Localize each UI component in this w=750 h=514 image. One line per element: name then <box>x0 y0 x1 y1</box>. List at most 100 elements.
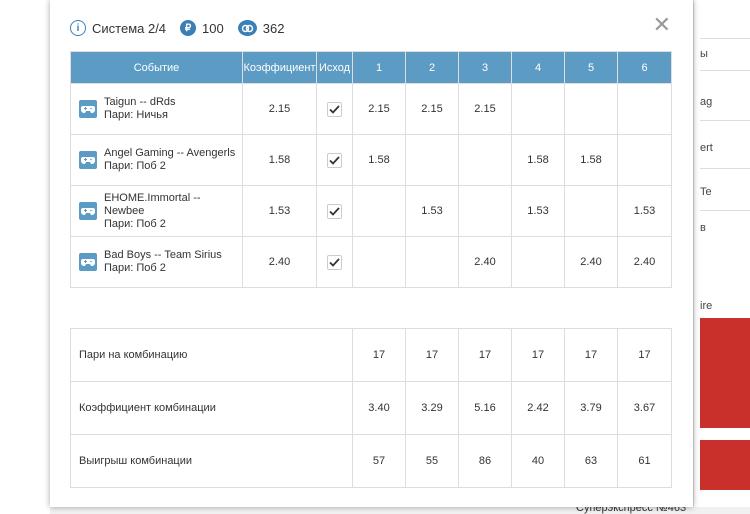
col-header-combo-2: 2 <box>405 51 459 84</box>
combo-cell: 1.53 <box>405 185 459 237</box>
event-bet: Пари: Ничья <box>104 109 168 121</box>
summary-value: 57 <box>352 434 406 488</box>
combo-cell: 2.40 <box>617 236 672 288</box>
check-icon <box>329 155 340 165</box>
summary-value: 17 <box>405 328 459 382</box>
event-bet: Пари: Поб 2 <box>104 262 166 274</box>
check-icon <box>329 257 340 267</box>
bg-text: ы <box>700 48 708 60</box>
summary-value: 17 <box>352 328 406 382</box>
summary-value: 63 <box>564 434 618 488</box>
combo-cell: 2.15 <box>352 83 406 135</box>
combo-cell <box>405 236 459 288</box>
combo-cell <box>511 236 565 288</box>
bg-text: ert <box>700 142 713 154</box>
summary-value: 3.67 <box>617 381 672 435</box>
events-table: Событие Коэффициент Исход 1 2 3 4 5 6 Ta… <box>70 51 672 288</box>
table-row: Taigun -- dRds Пари: Ничья 2.15 2.15 2.15… <box>70 83 672 135</box>
outcome-cell <box>316 236 353 288</box>
col-header-combo-6: 6 <box>617 51 672 84</box>
gamepad-icon <box>79 151 97 169</box>
coins-icon <box>237 20 257 36</box>
background-bottom-bar: Суперэкспресс №463 <box>50 502 750 514</box>
outcome-checkbox[interactable] <box>327 152 342 168</box>
summary-label: Выигрыш комбинации <box>70 434 353 488</box>
background-left <box>0 0 50 514</box>
bg-text: в <box>700 222 706 234</box>
coef-cell: 1.53 <box>242 185 317 237</box>
outcome-checkbox[interactable] <box>327 101 342 117</box>
gamepad-icon <box>79 100 97 118</box>
table-row: EHOME.Immortal -- Newbee Пари: Поб 2 1.5… <box>70 185 672 237</box>
col-header-coef: Коэффициент <box>242 51 317 84</box>
close-icon[interactable]: ✕ <box>653 14 671 36</box>
combo-cell <box>405 134 459 186</box>
event-name: EHOME.Immortal -- Newbee <box>104 191 201 217</box>
modal-header: i Система 2/4 ₽ 100 362 <box>70 17 298 39</box>
stake-value: 100 <box>202 20 224 36</box>
summary-value: 55 <box>405 434 459 488</box>
check-icon <box>329 206 340 216</box>
combo-cell <box>352 236 406 288</box>
combo-cell <box>511 83 565 135</box>
combo-cell: 2.40 <box>458 236 512 288</box>
combo-cell: 2.15 <box>458 83 512 135</box>
system-bet-modal: i Система 2/4 ₽ 100 362 ✕ Событие Коэффи… <box>50 0 693 507</box>
combo-cell: 1.53 <box>511 185 565 237</box>
summary-value: 17 <box>617 328 672 382</box>
summary-value: 3.40 <box>352 381 406 435</box>
outcome-cell <box>316 185 353 237</box>
combo-cell <box>352 185 406 237</box>
gamepad-icon <box>79 202 97 220</box>
background-right-panel: ы ag ert Te в ire <box>693 0 750 514</box>
stake-info: ₽ 100 <box>180 20 224 36</box>
combo-cell: 2.40 <box>564 236 618 288</box>
bg-text: ag <box>700 96 713 108</box>
outcome-checkbox[interactable] <box>327 203 342 219</box>
col-header-combo-3: 3 <box>458 51 512 84</box>
combo-cell <box>458 134 512 186</box>
combo-cell <box>564 185 618 237</box>
event-cell: EHOME.Immortal -- Newbee Пари: Поб 2 <box>70 185 243 237</box>
event-name: Taigun -- dRds <box>104 96 176 108</box>
event-cell: Taigun -- dRds Пари: Ничья <box>70 83 243 135</box>
system-label: Система 2/4 <box>92 20 167 36</box>
event-name: Angel Gaming -- Avengerls <box>104 147 236 159</box>
summary-row: Выигрыш комбинации 57 55 86 40 63 61 <box>70 434 672 488</box>
event-name: Bad Boys -- Team Sirius <box>104 249 222 261</box>
table-row: Bad Boys -- Team Sirius Пари: Поб 2 2.40… <box>70 236 672 288</box>
summary-value: 5.16 <box>458 381 512 435</box>
col-header-outcome: Исход <box>316 51 353 84</box>
summary-value: 86 <box>458 434 512 488</box>
event-bet: Пари: Поб 2 <box>104 160 166 172</box>
gamepad-icon <box>79 253 97 271</box>
combo-cell <box>617 134 672 186</box>
summary-value: 17 <box>564 328 618 382</box>
event-bet: Пари: Поб 2 <box>104 217 166 230</box>
outcome-checkbox[interactable] <box>327 254 342 270</box>
bg-text: ire <box>700 300 713 312</box>
coef-cell: 1.58 <box>242 134 317 186</box>
col-header-combo-5: 5 <box>564 51 618 84</box>
summary-value: 40 <box>511 434 565 488</box>
bg-red-block <box>700 318 750 428</box>
system-info: i Система 2/4 <box>70 20 166 36</box>
coef-cell: 2.40 <box>242 236 317 288</box>
summary-value: 3.29 <box>405 381 459 435</box>
summary-value: 3.79 <box>564 381 618 435</box>
balance-info: 362 <box>237 20 285 36</box>
balance-value: 362 <box>262 20 285 36</box>
info-icon: i <box>70 20 86 36</box>
table-row: Angel Gaming -- Avengerls Пари: Поб 2 1.… <box>70 134 672 186</box>
combo-cell: 1.58 <box>511 134 565 186</box>
col-header-combo-1: 1 <box>352 51 406 84</box>
col-header-combo-4: 4 <box>511 51 565 84</box>
summary-value: 61 <box>617 434 672 488</box>
col-header-event: Событие <box>70 51 243 84</box>
table-header-row: Событие Коэффициент Исход 1 2 3 4 5 6 <box>70 51 672 84</box>
bg-red-block <box>700 440 750 490</box>
combo-cell: 2.15 <box>405 83 459 135</box>
summary-row: Коэффициент комбинации 3.40 3.29 5.16 2.42 3.… <box>70 381 672 435</box>
combo-cell <box>458 185 512 237</box>
event-cell: Bad Boys -- Team Sirius Пари: Поб 2 <box>70 236 243 288</box>
